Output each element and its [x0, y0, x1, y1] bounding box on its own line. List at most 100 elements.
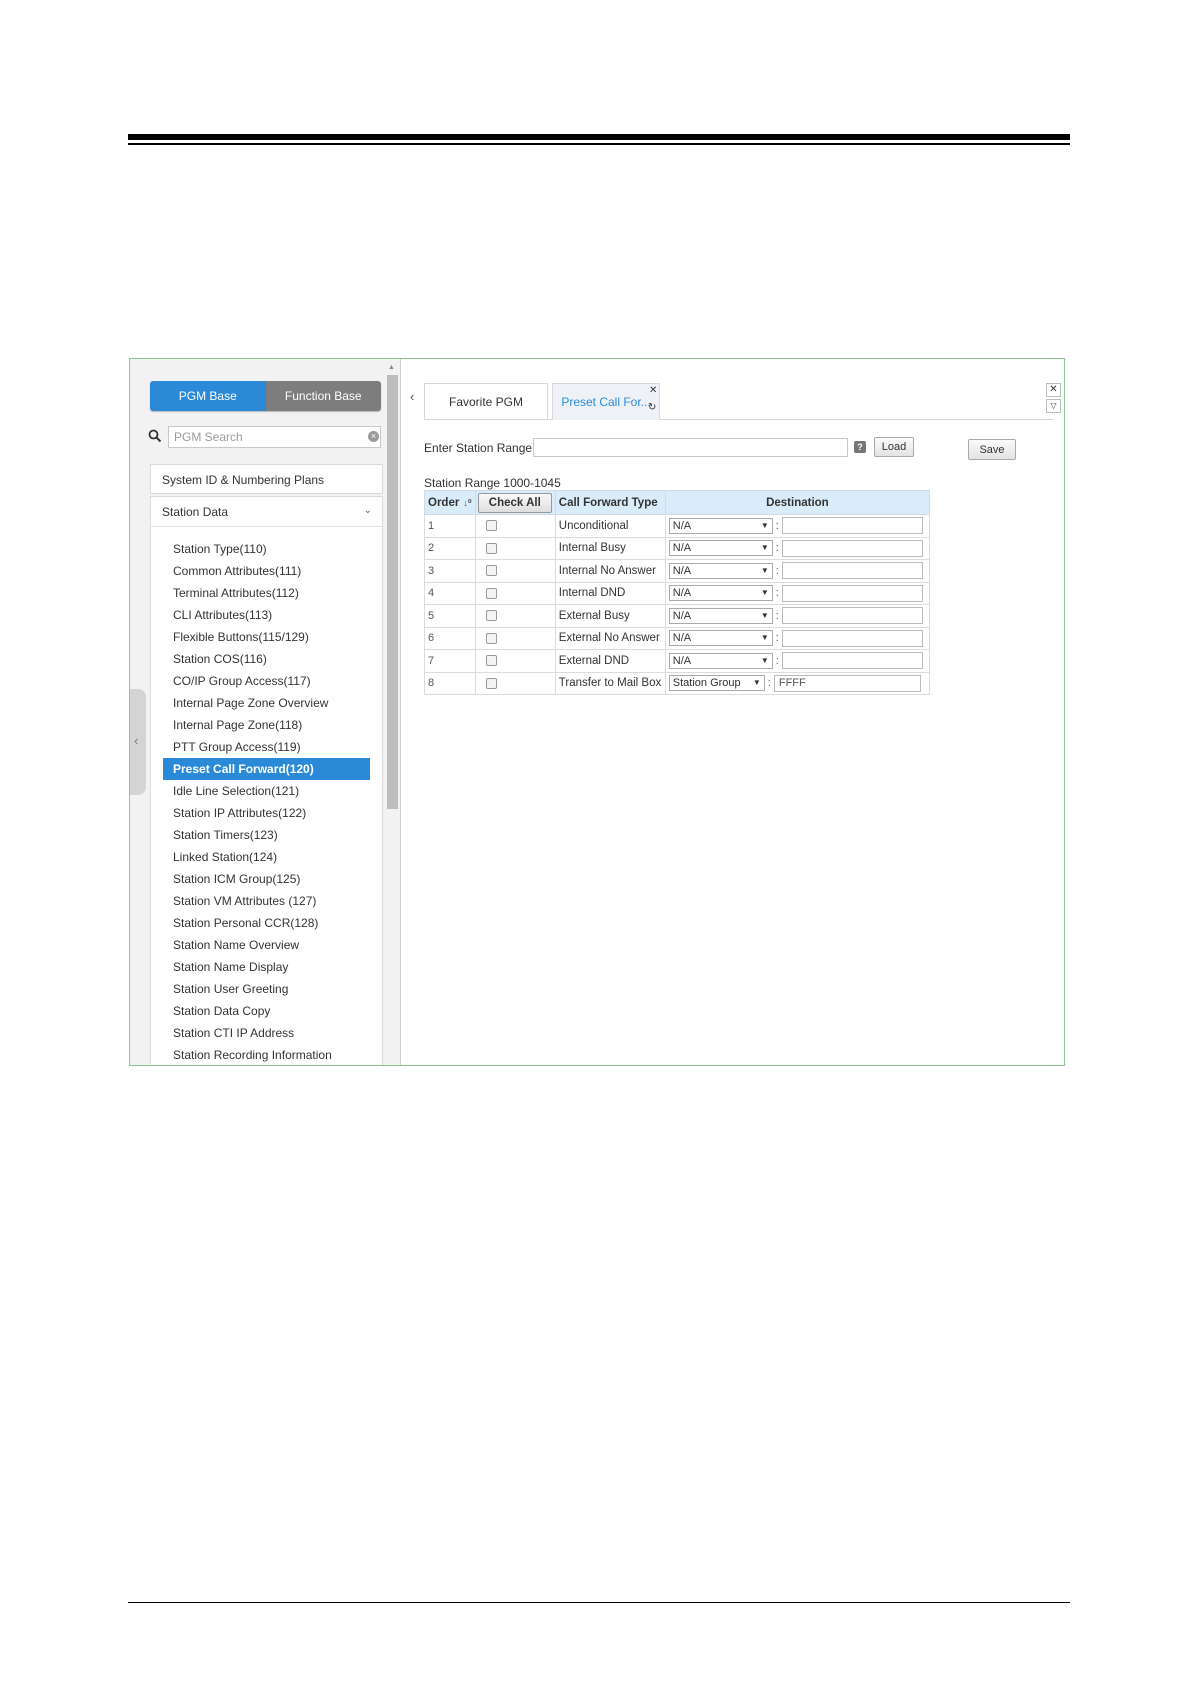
- destination-type-select[interactable]: N/A ▼: [668, 540, 773, 557]
- row-checkbox[interactable]: [485, 520, 497, 532]
- pgm-base-button[interactable]: PGM Base: [150, 381, 266, 411]
- station-menu-item[interactable]: Station Personal CCR(128): [163, 912, 370, 934]
- station-menu-item[interactable]: Station Name Display: [163, 956, 370, 978]
- station-menu-item[interactable]: CLI Attributes(113): [163, 604, 370, 626]
- load-button[interactable]: Load: [874, 437, 914, 457]
- table-row: 6 External No Answer N/A ▼:: [424, 626, 931, 650]
- destination-input[interactable]: [781, 539, 923, 557]
- close-icon[interactable]: ✕: [1046, 383, 1061, 397]
- page-top-rule-thin: [128, 143, 1070, 145]
- collapse-panel-handle[interactable]: ‹: [130, 689, 146, 795]
- table-row: 8 Transfer to Mail Box Station Group ▼: FFFF: [424, 671, 931, 695]
- station-menu-item[interactable]: Preset Call Forward(120): [163, 758, 370, 780]
- pgm-search-input[interactable]: [168, 426, 381, 448]
- order-cell: 8: [424, 671, 476, 695]
- clear-search-icon[interactable]: ×: [368, 431, 379, 442]
- destination-cell: Station Group ▼: FFFF: [664, 671, 931, 695]
- station-menu-item[interactable]: CO/IP Group Access(117): [163, 670, 370, 692]
- station-menu-item[interactable]: Station VM Attributes (127): [163, 890, 370, 912]
- select-value: N/A: [672, 542, 692, 555]
- dropdown-arrow-icon: ▼: [760, 543, 769, 553]
- separator: :: [775, 587, 779, 600]
- scroll-up-icon[interactable]: ▲: [388, 364, 395, 371]
- destination-type-select[interactable]: N/A ▼: [668, 607, 773, 624]
- row-checkbox[interactable]: [485, 610, 497, 622]
- row-checkbox[interactable]: [485, 677, 497, 689]
- tab-favorite-pgm[interactable]: Favorite PGM: [424, 383, 548, 420]
- station-menu-item[interactable]: Station User Greeting: [163, 978, 370, 1000]
- tab-refresh-icon[interactable]: ↻: [648, 402, 656, 413]
- destination-input[interactable]: [781, 652, 923, 670]
- help-icon[interactable]: ?: [854, 441, 866, 453]
- order-cell: 3: [424, 559, 476, 583]
- destination-input[interactable]: FFFF: [773, 674, 921, 692]
- station-menu-item[interactable]: Internal Page Zone(118): [163, 714, 370, 736]
- station-menu-item[interactable]: Station CTI IP Address: [163, 1022, 370, 1044]
- station-menu-item[interactable]: Station Timers(123): [163, 824, 370, 846]
- station-menu-item[interactable]: Station Data Copy: [163, 1000, 370, 1022]
- table-row: 2 Internal Busy N/A ▼:: [424, 536, 931, 560]
- dropdown-arrow-icon: ▼: [760, 633, 769, 643]
- destination-input[interactable]: [781, 584, 923, 602]
- station-menu-item[interactable]: Idle Line Selection(121): [163, 780, 370, 802]
- function-base-button[interactable]: Function Base: [265, 381, 381, 411]
- station-menu-item[interactable]: Flexible Buttons(115/129): [163, 626, 370, 648]
- left-scrollbar-thumb[interactable]: [387, 375, 398, 809]
- tab-close-icon[interactable]: ✕: [649, 385, 657, 396]
- table-row: 3 Internal No Answer N/A ▼:: [424, 559, 931, 583]
- station-range-input[interactable]: [533, 438, 848, 457]
- order-cell: 2: [424, 536, 476, 560]
- destination-type-select[interactable]: N/A ▼: [668, 517, 773, 534]
- destination-input[interactable]: [781, 517, 923, 535]
- destination-type-select[interactable]: N/A ▼: [668, 652, 773, 669]
- row-checkbox[interactable]: [485, 542, 497, 554]
- menu-system-id[interactable]: System ID & Numbering Plans: [150, 464, 383, 494]
- call-forward-type-cell: Internal DND: [554, 581, 666, 605]
- check-all-header: Check All: [474, 490, 556, 515]
- station-menu-item[interactable]: Linked Station(124): [163, 846, 370, 868]
- station-menu-item[interactable]: Station Recording Information: [163, 1044, 370, 1065]
- call-forward-type-cell: Transfer to Mail Box: [554, 671, 666, 695]
- destination-type-select[interactable]: Station Group ▼: [668, 675, 765, 692]
- call-forward-type-header: Call Forward Type: [554, 490, 666, 515]
- order-column-header[interactable]: Order ↓⁰: [424, 490, 476, 515]
- left-navigation-panel: PGM Base Function Base × System ID & Num…: [130, 359, 401, 1065]
- destination-input[interactable]: [781, 629, 923, 647]
- tab-preset-call-forward[interactable]: Preset Call For...: [552, 383, 660, 420]
- order-cell: 7: [424, 649, 476, 673]
- chevron-down-icon[interactable]: ▽: [1046, 399, 1061, 413]
- station-menu-item[interactable]: PTT Group Access(119): [163, 736, 370, 758]
- dropdown-arrow-icon: ▼: [760, 565, 769, 575]
- select-value: Station Group: [672, 677, 741, 690]
- destination-type-select[interactable]: N/A ▼: [668, 630, 773, 647]
- app-window: PGM Base Function Base × System ID & Num…: [129, 358, 1065, 1066]
- station-menu-item[interactable]: Station COS(116): [163, 648, 370, 670]
- station-data-header[interactable]: Station Data ⌄: [151, 497, 382, 527]
- check-all-button[interactable]: Check All: [477, 492, 552, 513]
- order-cell: 6: [424, 626, 476, 650]
- row-checkbox[interactable]: [485, 587, 497, 599]
- chevron-left-icon: ‹: [134, 733, 139, 748]
- station-menu-item[interactable]: Station IP Attributes(122): [163, 802, 370, 824]
- destination-cell: N/A ▼:: [664, 604, 931, 628]
- page-top-rule: [128, 134, 1070, 140]
- station-menu-item[interactable]: Internal Page Zone Overview: [163, 692, 370, 714]
- tab-prev-icon[interactable]: ‹: [410, 389, 414, 404]
- destination-input[interactable]: [781, 562, 923, 580]
- save-button[interactable]: Save: [968, 439, 1016, 460]
- destination-type-select[interactable]: N/A ▼: [668, 562, 773, 579]
- station-menu-item[interactable]: Station ICM Group(125): [163, 868, 370, 890]
- destination-type-select[interactable]: N/A ▼: [668, 585, 773, 602]
- row-checkbox[interactable]: [485, 655, 497, 667]
- station-menu-item[interactable]: Terminal Attributes(112): [163, 582, 370, 604]
- destination-cell: N/A ▼:: [664, 649, 931, 673]
- destination-cell: N/A ▼:: [664, 536, 931, 560]
- station-menu-item[interactable]: Common Attributes(111): [163, 560, 370, 582]
- dropdown-arrow-icon: ▼: [752, 678, 761, 688]
- station-menu-item[interactable]: Station Type(110): [163, 538, 370, 560]
- destination-input[interactable]: [781, 607, 923, 625]
- row-checkbox[interactable]: [485, 632, 497, 644]
- row-checkbox[interactable]: [485, 565, 497, 577]
- station-menu-item[interactable]: Station Name Overview: [163, 934, 370, 956]
- sort-icon: ↓⁰: [463, 497, 472, 508]
